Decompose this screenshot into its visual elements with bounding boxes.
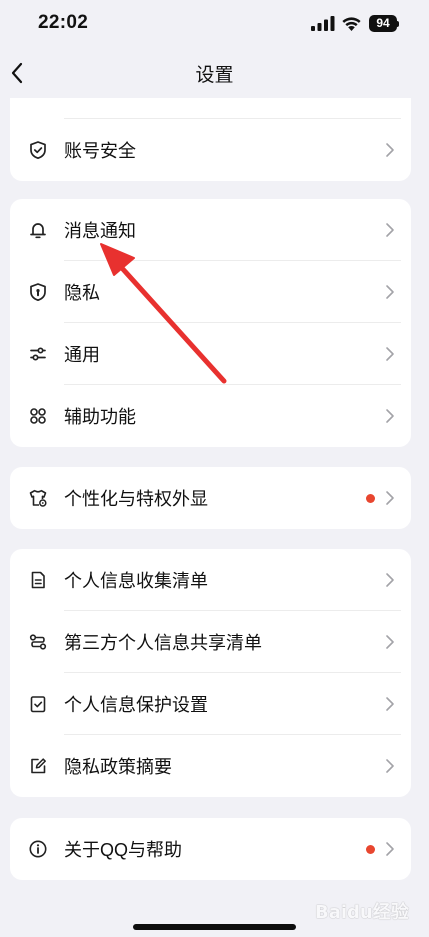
notification-badge [366, 844, 375, 854]
settings-item-label: 个性化与特权外显 [64, 489, 208, 509]
chevron-right-icon [386, 347, 394, 361]
cellular-signal-icon [311, 16, 335, 31]
chevron-right-icon [386, 223, 394, 237]
tshirt-icon [29, 489, 47, 507]
settings-group-general: 消息通知 隐私 通用 辅助功能 [10, 199, 411, 447]
settings-item-third-party-sharing-list[interactable]: 第三方个人信息共享清单 [10, 611, 411, 673]
status-bar: 22:02 94 [0, 0, 429, 48]
chevron-right-icon [386, 759, 394, 773]
home-indicator[interactable] [133, 924, 296, 930]
chevron-right-icon [386, 143, 394, 157]
settings-item-notifications[interactable]: 消息通知 [10, 199, 411, 261]
settings-item-label: 关于QQ与帮助 [64, 840, 183, 860]
settings-group-account: 账号安全 [10, 98, 411, 181]
document-icon [31, 571, 45, 589]
settings-item-label: 第三方个人信息共享清单 [64, 633, 262, 653]
settings-item-privacy[interactable]: 隐私 [10, 261, 411, 323]
chevron-right-icon [386, 842, 394, 856]
battery-indicator: 94 [369, 15, 397, 32]
settings-item-accessibility[interactable]: 辅助功能 [10, 385, 411, 447]
battery-nub [397, 21, 399, 27]
chevron-right-icon [386, 409, 394, 423]
settings-item-about-help[interactable]: 关于QQ与帮助 [10, 818, 411, 880]
settings-item-label: 账号安全 [64, 141, 136, 161]
chevron-right-icon [386, 697, 394, 711]
privacy-shield-icon [30, 283, 46, 302]
info-icon [29, 840, 47, 858]
wifi-icon [342, 17, 361, 31]
check-box-icon [30, 696, 46, 713]
settings-item-info-collection-list[interactable]: 个人信息收集清单 [10, 549, 411, 611]
settings-item-personalization[interactable]: 个性化与特权外显 [10, 467, 411, 529]
settings-item-label: 个人信息收集清单 [64, 571, 208, 591]
settings-item-label: 消息通知 [64, 221, 136, 241]
settings-item-info-protection-settings[interactable]: 个人信息保护设置 [10, 673, 411, 735]
grid-icon [30, 408, 46, 424]
bell-icon [30, 223, 46, 239]
settings-item-label: 辅助功能 [64, 407, 136, 427]
settings-item-label: 通用 [64, 345, 100, 365]
sliders-icon [30, 347, 46, 361]
watermark-logo: Baidu经验 [315, 888, 427, 928]
notification-badge [366, 493, 375, 503]
status-time: 22:02 [38, 12, 89, 33]
navigation-bar: 设置 [0, 48, 429, 98]
settings-group-personal-info: 个人信息收集清单 第三方个人信息共享清单 个人信息保护设置 隐私政策摘要 [10, 549, 411, 797]
share-list-icon [29, 634, 47, 650]
settings-item-account-security[interactable]: 账号安全 [10, 119, 411, 181]
settings-item-label: 隐私 [64, 283, 100, 303]
edit-icon [31, 758, 46, 774]
settings-group-personalization: 个性化与特权外显 [10, 467, 411, 529]
settings-item-label: 个人信息保护设置 [64, 695, 208, 715]
chevron-right-icon [386, 635, 394, 649]
page-title: 设置 [195, 65, 234, 86]
settings-item-general[interactable]: 通用 [10, 323, 411, 385]
shield-check-icon [30, 141, 46, 160]
settings-group-about: 关于QQ与帮助 [10, 818, 411, 880]
chevron-right-icon [386, 285, 394, 299]
settings-item-privacy-policy-summary[interactable]: 隐私政策摘要 [10, 735, 411, 797]
chevron-right-icon [386, 491, 394, 505]
chevron-right-icon [386, 573, 394, 587]
watermark-text: Baidu经验 [315, 902, 409, 923]
settings-item-label: 隐私政策摘要 [64, 757, 172, 777]
